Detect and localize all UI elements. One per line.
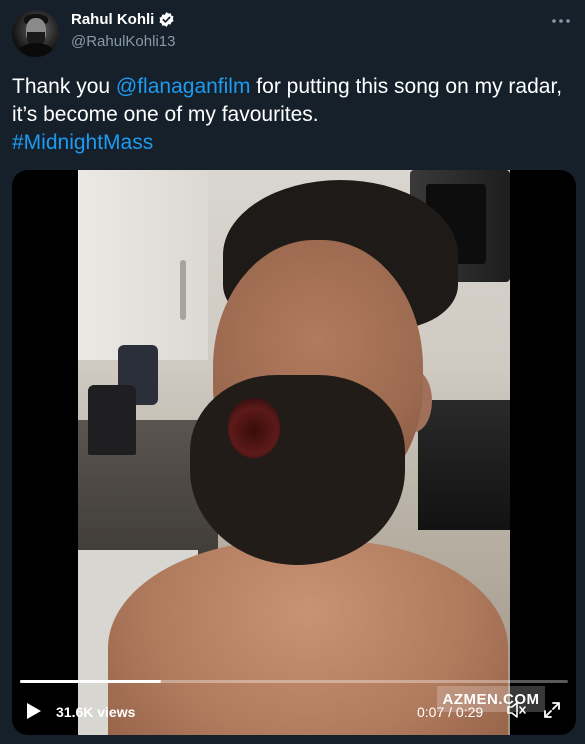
cabinet-handle bbox=[180, 260, 186, 320]
avatar[interactable] bbox=[12, 10, 59, 57]
fullscreen-icon[interactable] bbox=[542, 700, 562, 720]
person-beard bbox=[190, 375, 405, 565]
more-horizontal-icon[interactable] bbox=[551, 14, 571, 28]
volume-muted-icon[interactable] bbox=[506, 700, 526, 720]
kitchen-cabinet bbox=[78, 170, 208, 360]
video-player[interactable]: AZMEN.COM 31.6K views 0:07 / 0:29 bbox=[12, 170, 576, 735]
tweet-card: Rahul Kohli @RahulKohli13 Thank you @fla… bbox=[0, 0, 585, 744]
view-count: 31.6K views bbox=[56, 704, 136, 720]
author-display-name[interactable]: Rahul Kohli bbox=[71, 11, 154, 28]
hashtag-link[interactable]: #MidnightMass bbox=[12, 131, 153, 154]
verified-badge-icon bbox=[158, 11, 175, 28]
stove bbox=[418, 400, 510, 530]
tweet-text: Thank you @flanaganfilm for putting this… bbox=[12, 73, 572, 157]
video-frame[interactable] bbox=[78, 170, 510, 735]
play-icon[interactable] bbox=[26, 702, 42, 720]
kettle bbox=[88, 385, 136, 455]
avatar-body bbox=[18, 43, 54, 57]
tweet-text-start: Thank you bbox=[12, 75, 116, 98]
video-progress-bar[interactable] bbox=[20, 680, 568, 683]
video-time: 0:07 / 0:29 bbox=[417, 704, 484, 720]
person-open-mouth bbox=[228, 398, 280, 458]
video-progress-fill bbox=[20, 680, 162, 683]
author-handle[interactable]: @RahulKohli13 bbox=[71, 33, 175, 50]
author-name-row: Rahul Kohli bbox=[71, 11, 175, 28]
mention-link[interactable]: @flanaganfilm bbox=[116, 75, 251, 98]
